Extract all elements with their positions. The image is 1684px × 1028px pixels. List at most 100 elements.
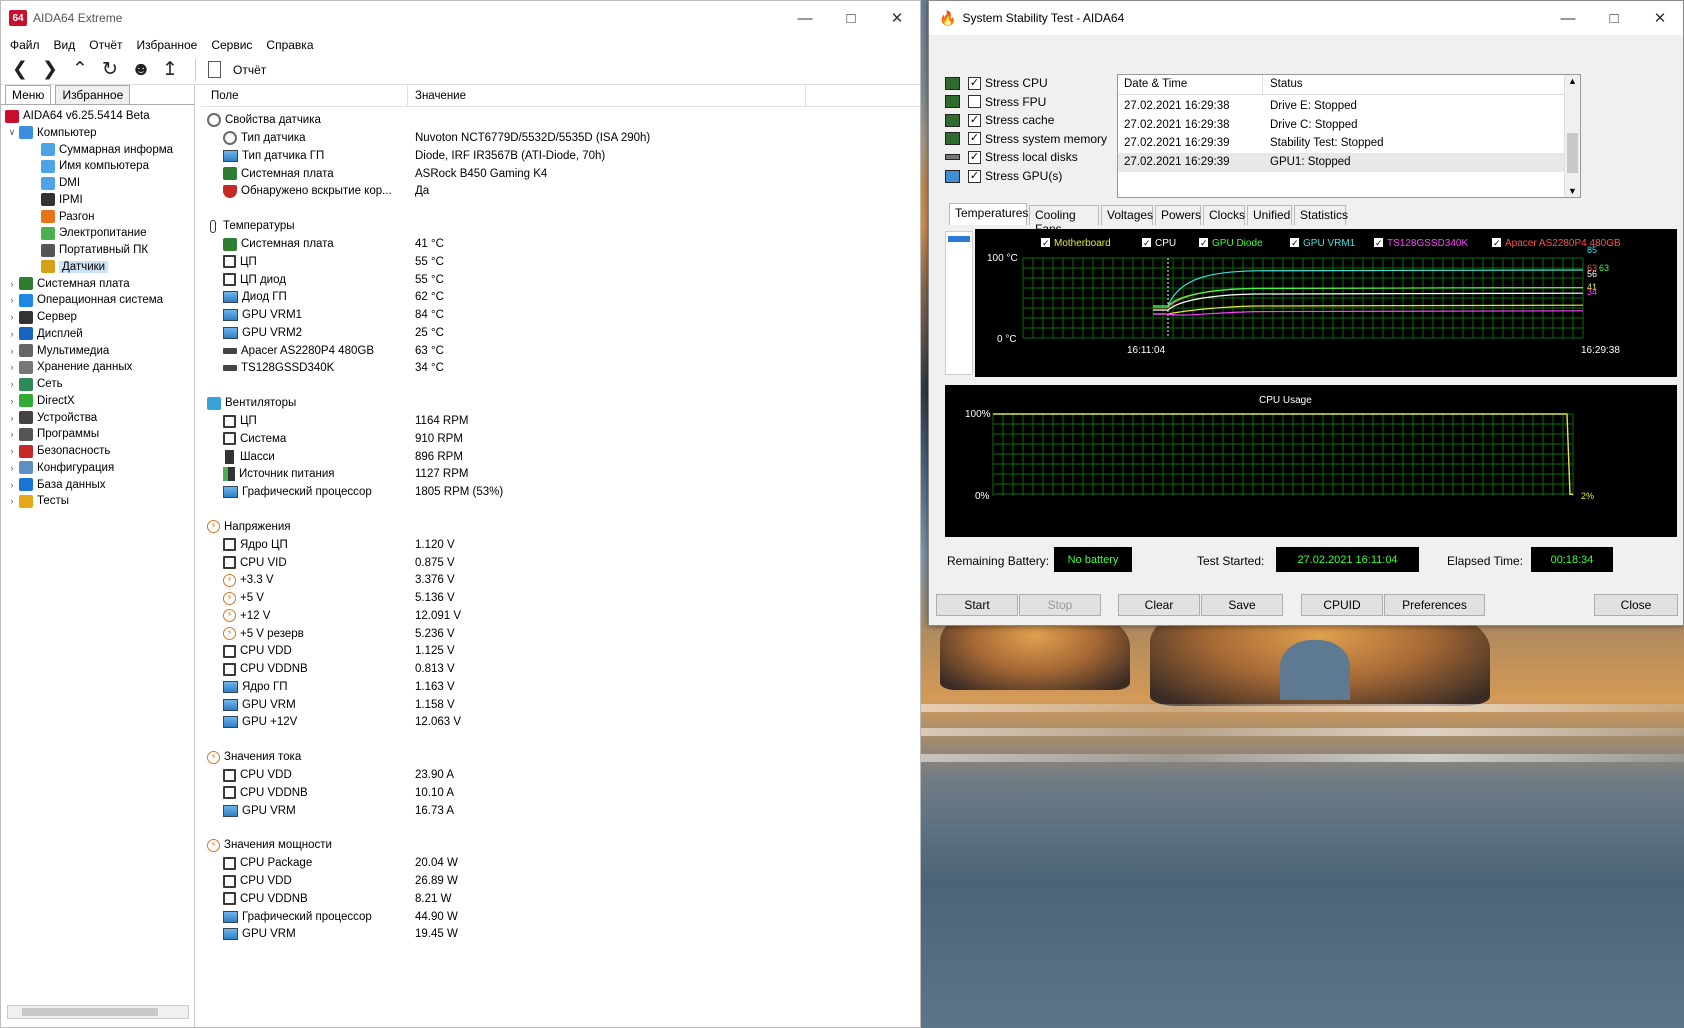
tab-statistics[interactable]: Statistics [1294, 205, 1348, 225]
section-header[interactable]: Температуры [207, 217, 295, 235]
chevron-right-icon[interactable]: › [5, 446, 19, 456]
sensor-row[interactable]: CPU VID 0.875 V [223, 554, 783, 572]
chevron-right-icon[interactable]: › [5, 463, 19, 473]
report-button[interactable]: Отчёт [233, 63, 266, 77]
stress-option[interactable]: ✓ Stress GPU(s) [945, 167, 1062, 185]
chevron-right-icon[interactable]: › [5, 279, 19, 289]
sensor-row[interactable]: ⚡ +5 V резерв 5.236 V [223, 625, 783, 643]
sensor-row[interactable]: ЦП 1164 RPM [223, 412, 783, 430]
log-scrollbar[interactable]: ▲ ▼ [1564, 75, 1580, 197]
menu-report[interactable]: Отчёт [89, 38, 122, 52]
sensor-row[interactable]: Система 910 RPM [223, 430, 783, 448]
horizontal-scrollbar[interactable] [7, 1005, 189, 1019]
tree-item[interactable]: › Хранение данных [5, 358, 132, 376]
start-button[interactable]: Start [936, 594, 1018, 616]
tab-menu[interactable]: Меню [5, 85, 52, 104]
back-icon[interactable]: ❮ [11, 55, 29, 85]
section-header[interactable]: Вентиляторы [207, 394, 296, 412]
sst-minimize-button[interactable]: — [1545, 1, 1591, 35]
checkbox[interactable]: ✓ [968, 113, 981, 127]
checkbox[interactable]: ✓ [968, 76, 981, 90]
chart-icon[interactable]: ↥ [161, 55, 179, 85]
sensor-row[interactable]: CPU VDD 1.125 V [223, 642, 783, 660]
log-row[interactable]: 27.02.2021 16:29:39 Stability Test: Stopp… [1118, 134, 1564, 153]
tab-favorites[interactable]: Избранное [55, 85, 131, 104]
tree-item[interactable]: › DirectX [5, 392, 75, 410]
sensor-row[interactable]: Тип датчика Nuvoton NCT6779D/5532D/5535D … [223, 129, 783, 147]
graph-sensor-selector[interactable] [945, 231, 973, 375]
sst-maximize-button[interactable]: □ [1591, 1, 1637, 35]
sensor-row[interactable]: Системная плата ASRock B450 Gaming K4 [223, 165, 783, 183]
user-icon[interactable]: ☻ [131, 55, 151, 85]
tree-item[interactable]: › Конфигурация [5, 459, 114, 477]
sensor-row[interactable]: CPU VDDNB 0.813 V [223, 660, 783, 678]
chevron-right-icon[interactable]: › [5, 496, 19, 506]
tree-item[interactable]: › Мультимедиа [5, 342, 109, 360]
close-dialog-button[interactable]: Close [1594, 594, 1678, 616]
tree-item[interactable]: › Сеть [5, 375, 63, 393]
report-icon[interactable] [208, 61, 221, 78]
stress-option[interactable]: ✓ Stress local disks [945, 148, 1078, 166]
tree-item[interactable]: › База данных [5, 476, 106, 494]
chevron-right-icon[interactable]: › [5, 480, 19, 490]
tree-item[interactable]: › Системная плата [5, 275, 130, 293]
tree-item[interactable]: › Сервер [5, 308, 77, 326]
menu-view[interactable]: Вид [54, 38, 76, 52]
sensor-row[interactable]: Тип датчика ГП Diode, IRF IR3567B (ATI-Di… [223, 147, 783, 165]
tab-temperatures[interactable]: Temperatures [949, 203, 1028, 225]
scroll-up-icon[interactable]: ▲ [1568, 76, 1577, 86]
sensor-row[interactable]: CPU VDD 23.90 A [223, 766, 783, 784]
sensor-row[interactable]: CPU VDDNB 10.10 A [223, 784, 783, 802]
chevron-right-icon[interactable]: › [5, 295, 19, 305]
sensor-row[interactable]: CPU VDD 26.89 W [223, 872, 783, 890]
section-header[interactable]: Свойства датчика [207, 111, 321, 129]
section-header[interactable]: ⚡ Напряжения [207, 518, 291, 536]
checkbox[interactable]: ✓ [968, 132, 981, 146]
tree-item[interactable]: › Дисплей [5, 325, 83, 343]
sensor-row[interactable]: Системная плата 41 °C [223, 235, 783, 253]
menu-favorites[interactable]: Избранное [137, 38, 198, 52]
sensor-row[interactable]: Apacer AS2280P4 480GB 63 °C [223, 342, 783, 360]
menu-help[interactable]: Справка [266, 38, 313, 52]
sensor-row[interactable]: CPU Package 20.04 W [223, 854, 783, 872]
sensor-row[interactable]: GPU VRM 16.73 A [223, 802, 783, 820]
tab-voltages[interactable]: Voltages [1101, 205, 1153, 225]
sensor-row[interactable]: GPU VRM1 84 °C [223, 306, 783, 324]
scrollbar-thumb[interactable] [1567, 133, 1578, 173]
sensor-row[interactable]: CPU VDDNB 8.21 W [223, 890, 783, 908]
tree-item[interactable]: Суммарная информа [27, 141, 173, 159]
cpuid-button[interactable]: CPUID [1301, 594, 1383, 616]
tree-item[interactable]: Портативный ПК [27, 241, 148, 259]
checkbox[interactable]: ✓ [968, 169, 981, 183]
log-row[interactable]: 27.02.2021 16:29:38 Drive E: Stopped [1118, 97, 1564, 116]
tree-item[interactable]: › Операционная система [5, 291, 163, 309]
tab-unified[interactable]: Unified [1247, 205, 1292, 225]
tree-item[interactable]: Электропитание [27, 224, 147, 242]
column-field[interactable]: Поле [211, 90, 239, 102]
checkbox[interactable]: ✓ [968, 150, 981, 164]
checkbox[interactable] [968, 95, 981, 109]
close-button[interactable]: ✕ [874, 1, 920, 35]
chevron-right-icon[interactable]: › [5, 312, 19, 322]
sensor-row[interactable]: ⚡ +12 V 12.091 V [223, 607, 783, 625]
tree-item[interactable]: Разгон [27, 208, 95, 226]
sensor-row[interactable]: GPU VRM 19.45 W [223, 925, 783, 943]
tree-item[interactable]: › Тесты [5, 492, 69, 510]
chevron-right-icon[interactable]: › [5, 429, 19, 439]
sensor-row[interactable]: Диод ГП 62 °C [223, 288, 783, 306]
chevron-right-icon[interactable]: › [5, 379, 19, 389]
stress-option[interactable]: ✓ Stress cache [945, 111, 1054, 129]
tree-item[interactable]: Имя компьютера [27, 157, 149, 175]
forward-icon[interactable]: ❯ [41, 55, 59, 85]
tree-item[interactable]: AIDA64 v6.25.5414 Beta [5, 107, 150, 125]
up-icon[interactable]: ⌃ [71, 55, 89, 85]
chevron-right-icon[interactable]: › [5, 362, 19, 372]
sst-close-button[interactable]: ✕ [1637, 1, 1683, 35]
sensor-row[interactable]: ⚡ +3.3 V 3.376 V [223, 571, 783, 589]
chevron-right-icon[interactable]: › [5, 346, 19, 356]
sensor-row[interactable]: Ядро ЦП 1.120 V [223, 536, 783, 554]
tree-item[interactable]: Датчики [27, 258, 109, 276]
chevron-right-icon[interactable]: › [5, 329, 19, 339]
scrollbar-thumb[interactable] [22, 1008, 158, 1016]
sensor-row[interactable]: GPU +12V 12.063 V [223, 713, 783, 731]
